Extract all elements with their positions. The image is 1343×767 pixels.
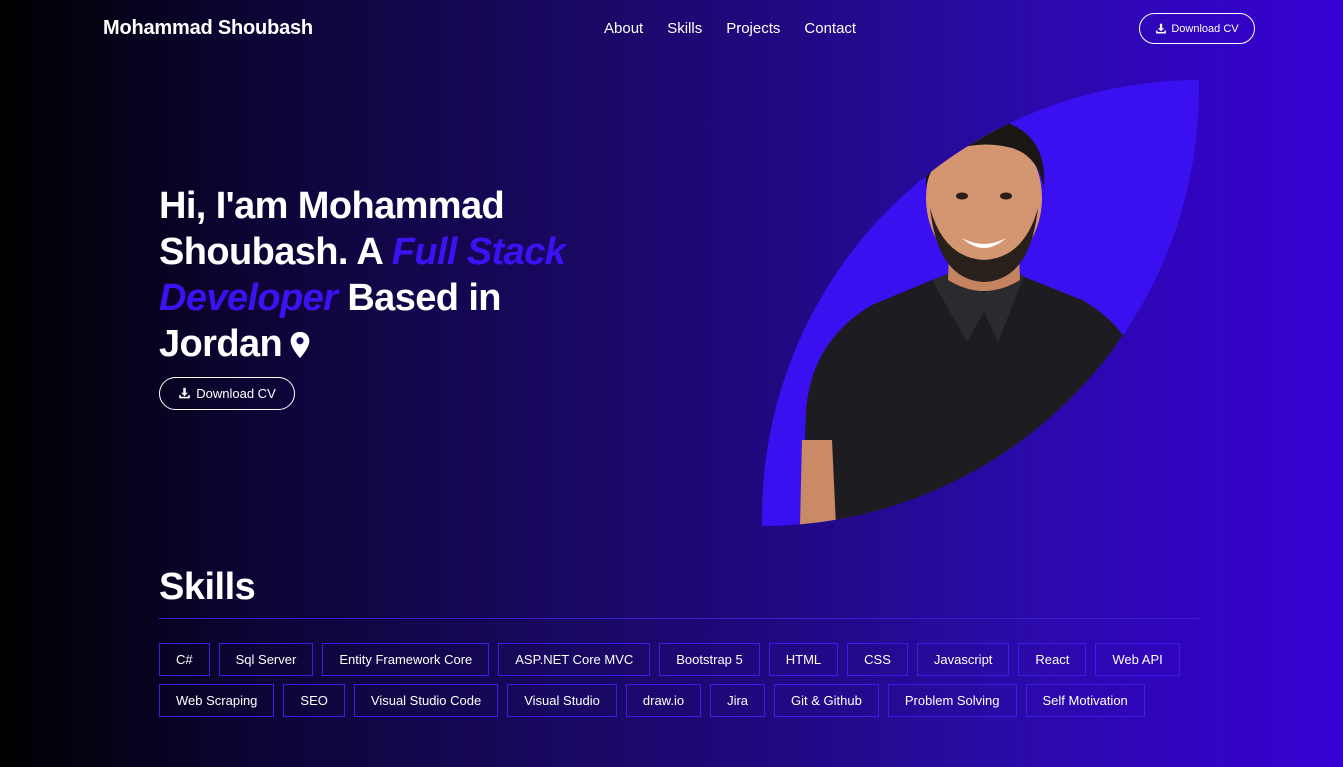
nav-download-cv-label: Download CV [1171, 22, 1239, 35]
nav-link-projects[interactable]: Projects [726, 20, 780, 37]
skill-chip: HTML [768, 643, 839, 676]
skill-chip: Javascript [916, 643, 1010, 676]
skill-chip: Bootstrap 5 [659, 643, 760, 676]
download-icon [178, 387, 191, 400]
hero-mid: . A [337, 231, 392, 273]
hero-location: Jordan [159, 323, 283, 365]
hero-heading: Hi, I'am Mohammad Shoubash. A Full Stack… [159, 183, 599, 367]
profile-photo [762, 80, 1199, 526]
hero-download-cv-label: Download CV [196, 386, 276, 401]
download-icon [1155, 23, 1167, 35]
skill-chip: Web Scraping [159, 684, 275, 717]
skill-chip: ASP.NET Core MVC [498, 643, 651, 676]
skill-chip: React [1018, 643, 1087, 676]
skill-chip: C# [159, 643, 210, 676]
nav-download-cv-button[interactable]: Download CV [1139, 13, 1255, 44]
nav-link-about[interactable]: About [604, 20, 643, 37]
hero-greeting: Hi, I'am [159, 185, 298, 227]
location-pin-icon [290, 331, 310, 359]
skill-chip: SEO [283, 684, 345, 717]
nav-link-skills[interactable]: Skills [667, 20, 702, 37]
nav-link-contact[interactable]: Contact [804, 20, 856, 37]
skill-chip: Visual Studio Code [353, 684, 499, 717]
skills-title: Skills [159, 566, 256, 608]
skill-chip: Web API [1095, 643, 1180, 676]
hero-based: Based in [337, 277, 501, 319]
brand-name[interactable]: Mohammad Shoubash [103, 17, 313, 40]
skills-divider [159, 618, 1199, 619]
hero-download-cv-button[interactable]: Download CV [159, 377, 295, 410]
navbar: Mohammad Shoubash About Skills Projects … [0, 0, 1343, 58]
profile-photo-illustration [800, 118, 1162, 526]
skill-chip: CSS [847, 643, 908, 676]
skill-chip: Sql Server [218, 643, 314, 676]
skill-chip: draw.io [625, 684, 702, 717]
skill-chip: Git & Github [774, 684, 879, 717]
skill-chip: Self Motivation [1025, 684, 1145, 717]
skill-chip: Visual Studio [507, 684, 617, 717]
nav-links: About Skills Projects Contact [604, 20, 856, 37]
skill-chip: Entity Framework Core [322, 643, 490, 676]
skills-row-1: C# Sql Server Entity Framework Core ASP.… [159, 643, 1180, 676]
skill-chip: Jira [710, 684, 766, 717]
skills-row-2: Web Scraping SEO Visual Studio Code Visu… [159, 684, 1145, 717]
skill-chip: Problem Solving [887, 684, 1017, 717]
